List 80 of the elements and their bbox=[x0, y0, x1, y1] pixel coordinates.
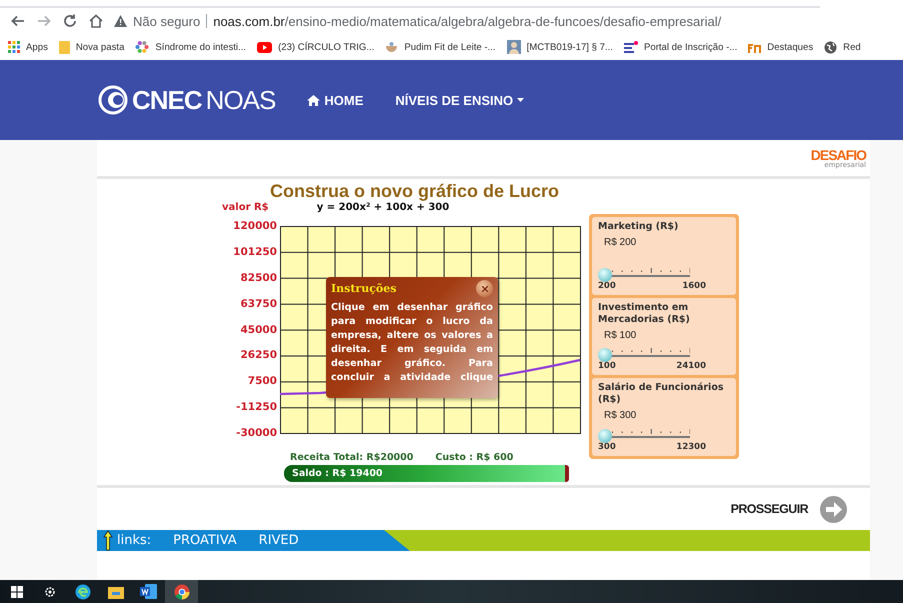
logo-icon bbox=[748, 42, 762, 52]
folder-icon bbox=[58, 40, 70, 54]
bookmark[interactable]: [MCTB019-17] § 7... bbox=[506, 40, 613, 54]
range-max: 1600 bbox=[682, 280, 706, 291]
avatar-icon bbox=[506, 40, 521, 54]
logo-text: CNEC bbox=[132, 84, 202, 116]
axis-tick-label: 120000 bbox=[232, 219, 278, 233]
bookmark[interactable]: (23) CÍRCULO TRIG... bbox=[257, 42, 374, 52]
control-title: Investimento em Mercadorias (R$) bbox=[598, 302, 691, 326]
axis-tick-label: -30000 bbox=[235, 426, 278, 440]
axis-tick-label: -11250 bbox=[235, 400, 278, 414]
slider-thumb[interactable] bbox=[598, 268, 612, 282]
control-title: Marketing (R$) bbox=[598, 221, 680, 233]
revenue-total: Receita Total: R$20000 bbox=[290, 452, 414, 463]
bookmark[interactable]: Síndrome do intesti... bbox=[135, 40, 246, 54]
reload-icon[interactable] bbox=[62, 13, 78, 29]
axis-tick-label: 82500 bbox=[239, 270, 278, 285]
chrome-icon[interactable] bbox=[174, 584, 190, 600]
bookmark[interactable]: Portal de Inscrição -... bbox=[624, 41, 738, 53]
popup-text: Clique em desenhar gráfico para modificar o lucro da empresa, altere os valores a direita. E em seguida em desenhar gráfico. Para concluir a atividade clique bbox=[331, 301, 493, 385]
slider[interactable] bbox=[598, 266, 690, 281]
slider-thumb[interactable] bbox=[598, 429, 612, 444]
slider[interactable] bbox=[598, 428, 690, 442]
axis-tick-label: 7500 bbox=[246, 374, 278, 388]
activity-title: Construa o novo gráfico de Lucro bbox=[270, 181, 560, 202]
folder-icon[interactable] bbox=[108, 584, 124, 598]
bowl-icon bbox=[385, 41, 398, 53]
slider-thumb[interactable] bbox=[598, 348, 612, 362]
close-icon bbox=[482, 286, 488, 292]
document-icon[interactable] bbox=[140, 584, 157, 599]
brand-logo: DESAFIO bbox=[810, 148, 866, 162]
list-icon bbox=[624, 41, 638, 53]
axis-label: valor R$ bbox=[222, 202, 270, 213]
axis-tick-label: 45000 bbox=[239, 322, 278, 336]
close-button[interactable] bbox=[476, 280, 493, 297]
range-min: 100 bbox=[598, 361, 616, 372]
bookmark[interactable]: Pudim Fit de Leite -... bbox=[385, 41, 496, 53]
link[interactable]: PROATIVA bbox=[173, 533, 237, 548]
axis-tick-label: 63750 bbox=[239, 296, 278, 311]
back-icon[interactable] bbox=[10, 13, 26, 29]
nav-link[interactable]: NÍVEIS DE ENSINO bbox=[395, 92, 524, 108]
globe-icon bbox=[824, 40, 838, 54]
play-icon bbox=[257, 42, 272, 52]
equation: y = 200x² + 100x + 300 bbox=[316, 202, 450, 213]
range-max: 12300 bbox=[676, 442, 706, 452]
nav-link[interactable]: HOME bbox=[307, 92, 364, 108]
logo-icon bbox=[98, 85, 128, 115]
control-value: R$ 300 bbox=[604, 410, 638, 422]
windows-icon[interactable] bbox=[10, 586, 22, 598]
links-label: links: bbox=[117, 533, 152, 548]
caret-icon bbox=[517, 98, 524, 102]
continue-button[interactable]: PROSSEGUIR bbox=[730, 502, 808, 516]
link[interactable]: RIVED bbox=[258, 533, 299, 548]
gear-icon[interactable] bbox=[42, 584, 56, 598]
up-arrow-icon bbox=[103, 530, 113, 551]
bookmark[interactable]: Red bbox=[824, 40, 861, 54]
range-min: 200 bbox=[598, 280, 616, 291]
apps-icon bbox=[8, 41, 20, 53]
cost-total: Custo : R$ 600 bbox=[435, 452, 514, 463]
browser-icon[interactable] bbox=[74, 584, 90, 600]
balance-bar: Saldo : R$ 19400 bbox=[284, 465, 569, 482]
logo-text: NOAS bbox=[206, 84, 276, 116]
bookmark[interactable]: Destaques bbox=[748, 42, 814, 52]
range-min: 300 bbox=[598, 442, 616, 452]
control-title: Salário de Funcionários (R$) bbox=[598, 382, 724, 406]
axis-tick-label: 101250 bbox=[232, 244, 278, 259]
control-value: R$ 200 bbox=[604, 237, 638, 248]
axis-tick-label: 26250 bbox=[239, 348, 278, 362]
bookmark[interactable]: Nova pasta bbox=[58, 40, 124, 54]
url-text[interactable]: noas.com.br/ensino-medio/matematica/algebra/algebra-de-funcoes/desafio-empresarial/ bbox=[213, 14, 722, 28]
home-icon bbox=[307, 94, 320, 106]
bookmark[interactable]: Apps bbox=[8, 41, 48, 53]
popup-title: Instruções bbox=[331, 282, 396, 295]
home-icon[interactable] bbox=[88, 13, 104, 29]
control-value: R$ 100 bbox=[604, 330, 638, 341]
range-max: 24100 bbox=[676, 361, 706, 372]
taskbar-button[interactable] bbox=[165, 580, 198, 603]
security-label: Não seguro bbox=[133, 14, 200, 28]
slider[interactable] bbox=[598, 347, 690, 362]
flower-icon bbox=[135, 40, 150, 54]
